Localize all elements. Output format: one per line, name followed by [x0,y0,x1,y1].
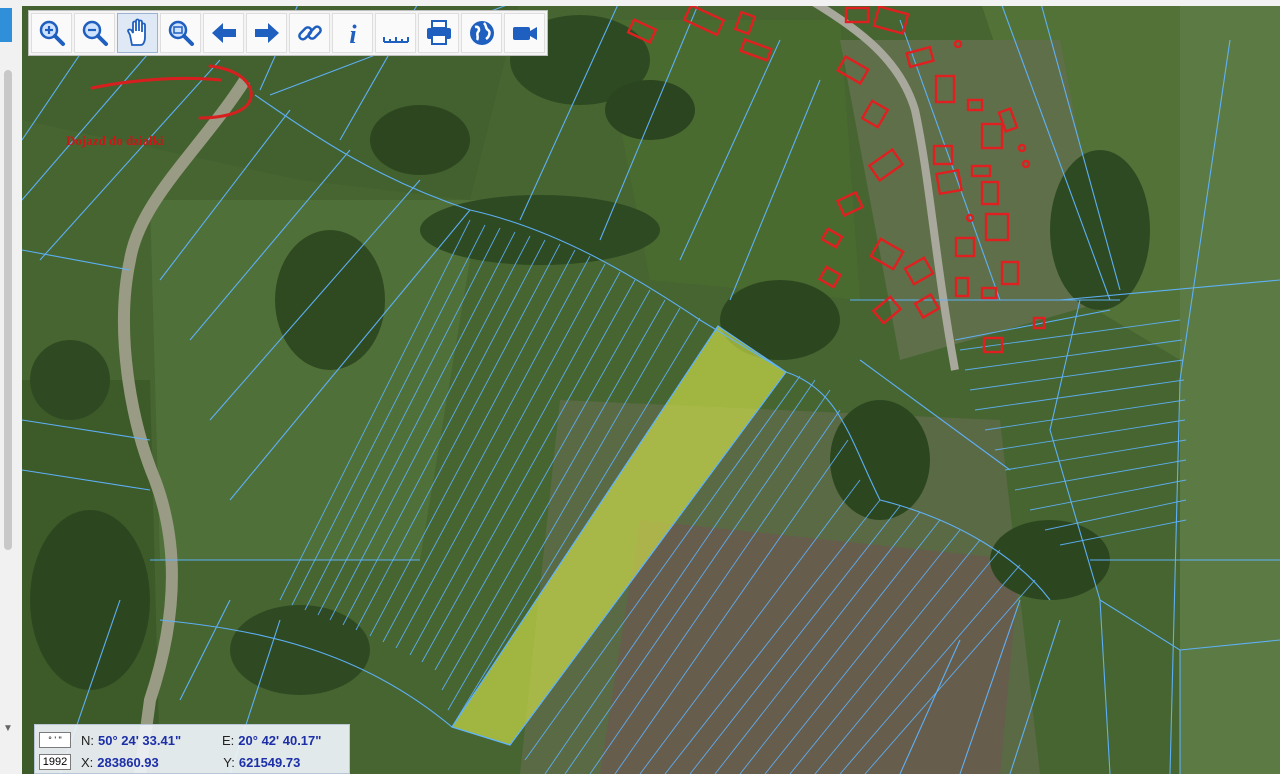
e-value: 20° 42' 40.17" [238,732,322,748]
coordinates-panel: ° ' " N: 50° 24' 33.41" E: 20° 42' 40.17… [34,724,350,774]
print-button[interactable] [418,13,459,53]
forward-button[interactable] [246,13,287,53]
zoom-out-button[interactable] [74,13,115,53]
globe-icon [469,21,494,45]
y-label: Y: [223,754,235,770]
back-button[interactable] [203,13,244,53]
back-arrow-icon [211,23,236,43]
n-label: N: [81,732,94,748]
print-icon [426,20,451,45]
pan-hand-icon [126,18,146,46]
map-toolbar: i [28,10,548,56]
y-value: 621549.73 [238,754,301,770]
info-icon: i [349,20,357,48]
svg-text:i: i [349,20,357,48]
top-edge-bar [22,0,1280,6]
side-panel-tab[interactable] [0,8,12,42]
x-value: 283860.93 [97,754,159,770]
zoom-out-icon [82,20,108,46]
measure-ruler-icon [382,37,409,43]
video-button[interactable] [504,13,545,53]
forward-arrow-icon [254,23,279,43]
zoom-in-icon [39,20,65,46]
pan-button[interactable] [117,13,158,53]
coords-row-geographic: ° ' " N: 50° 24' 33.41" E: 20° 42' 40.17… [39,730,321,750]
scroll-down-icon[interactable]: ▼ [3,723,13,734]
annotation-label: Dojazd do działki [66,133,164,148]
measure-button[interactable] [375,13,416,53]
map-view[interactable]: Dojazd do działki [22,0,1280,774]
link-button[interactable] [289,13,330,53]
video-camera-icon [512,27,537,40]
coordinate-format-button[interactable]: ° ' " [39,732,71,748]
link-icon [297,25,322,41]
info-button[interactable]: i [332,13,373,53]
zoom-area-button[interactable] [160,13,201,53]
x-label: X: [81,754,94,770]
zoom-area-icon [168,20,194,46]
left-scrollbar[interactable]: ▼ [0,0,23,774]
coords-row-projected: 1992 X: 283860.93 Y: 621549.73 [39,752,300,772]
n-value: 50° 24' 33.41" [98,732,182,748]
e-label: E: [222,732,235,748]
globe-button[interactable] [461,13,502,53]
zoom-in-button[interactable] [31,13,72,53]
coordinate-system-button[interactable]: 1992 [39,754,71,770]
scrollbar-thumb[interactable] [4,70,12,550]
